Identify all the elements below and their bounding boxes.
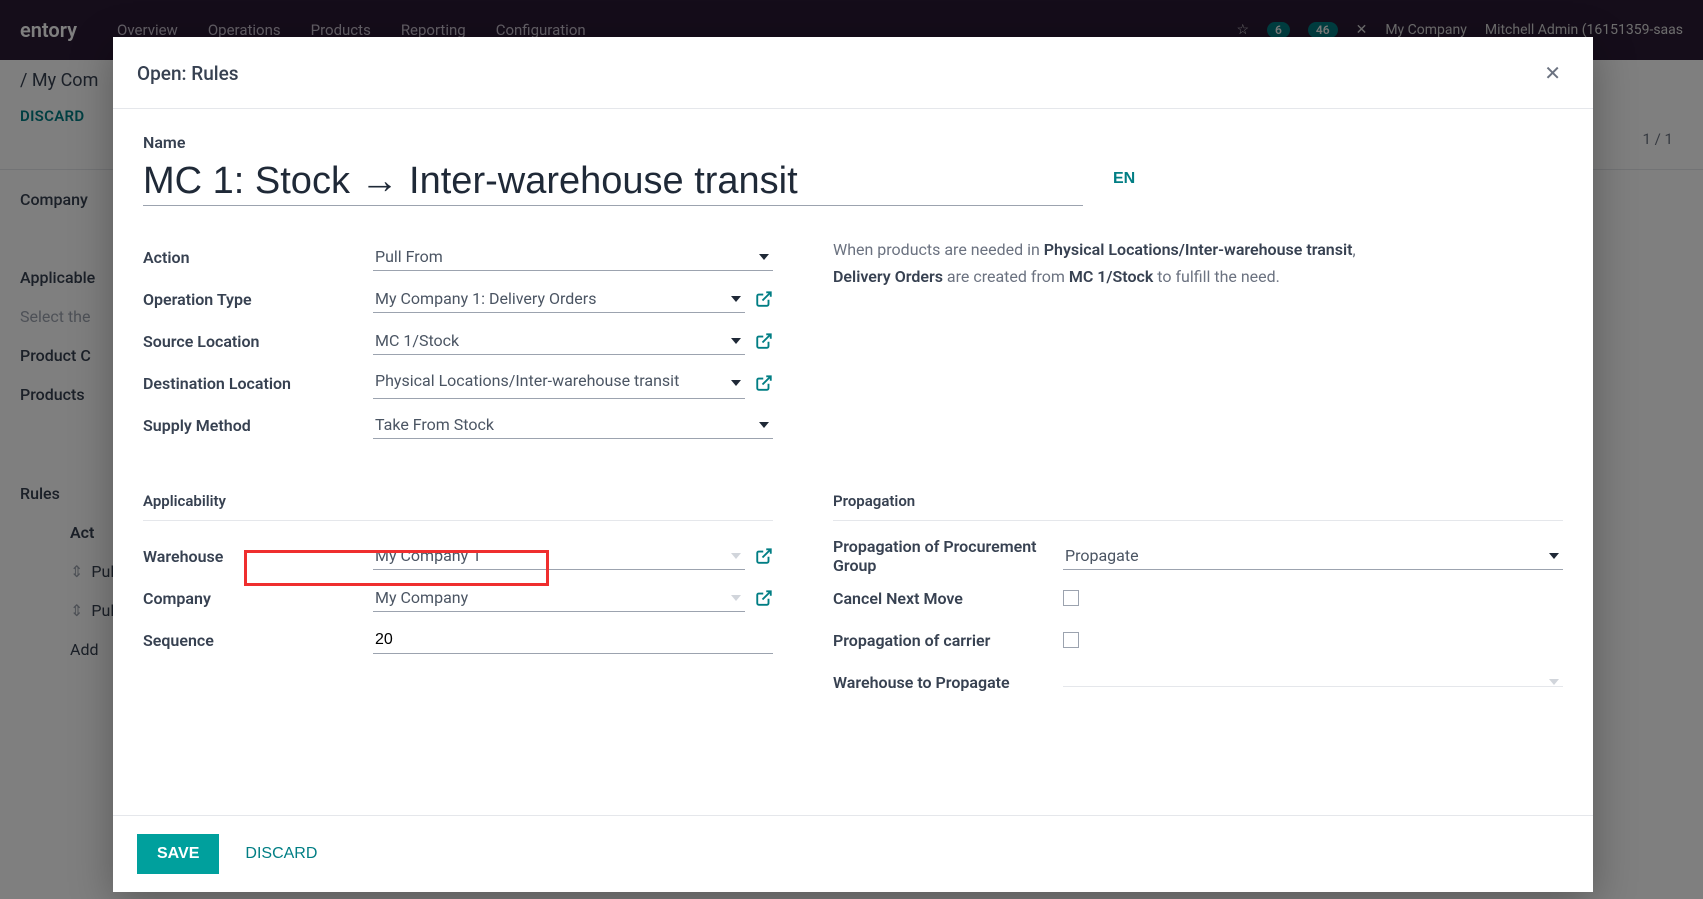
sequence-label: Sequence: [143, 631, 373, 650]
operation-type-label: Operation Type: [143, 290, 373, 309]
company-value: My Company: [375, 588, 468, 607]
destination-location-value: Physical Locations/Inter-warehouse trans…: [375, 371, 679, 390]
warehouse-label: Warehouse: [143, 547, 373, 566]
sequence-input[interactable]: [373, 627, 773, 654]
close-icon: ✕: [1544, 63, 1561, 85]
action-select[interactable]: Pull From: [373, 243, 773, 271]
modal-header: Open: Rules ✕: [113, 37, 1593, 109]
wh-to-prop-select[interactable]: [1063, 678, 1563, 687]
external-link-icon[interactable]: [755, 332, 773, 350]
name-input[interactable]: [143, 154, 1083, 206]
rules-modal: Open: Rules ✕ Name EN Action Pull From: [113, 37, 1593, 892]
external-link-icon[interactable]: [755, 589, 773, 607]
chevron-down-icon: [759, 422, 769, 428]
chevron-down-icon: [1549, 679, 1559, 685]
warehouse-value: My Company 1: [375, 546, 481, 565]
destination-location-label: Destination Location: [143, 374, 373, 393]
cancel-next-label: Cancel Next Move: [833, 589, 1063, 608]
supply-method-label: Supply Method: [143, 416, 373, 435]
cancel-next-checkbox[interactable]: [1063, 590, 1079, 606]
close-button[interactable]: ✕: [1536, 57, 1569, 90]
chevron-down-icon: [731, 595, 741, 601]
external-link-icon[interactable]: [755, 374, 773, 392]
external-link-icon[interactable]: [755, 547, 773, 565]
applicability-section-title: Applicability: [143, 484, 773, 521]
modal-title: Open: Rules: [137, 62, 239, 85]
modal-body: Name EN Action Pull From Operatio: [113, 109, 1593, 815]
chevron-down-icon: [731, 338, 741, 344]
chevron-down-icon: [759, 254, 769, 260]
discard-button[interactable]: DISCARD: [239, 835, 323, 873]
prop-carrier-checkbox[interactable]: [1063, 632, 1079, 648]
prop-carrier-label: Propagation of carrier: [833, 631, 1063, 650]
company-select[interactable]: My Company: [373, 584, 745, 612]
supply-method-value: Take From Stock: [375, 415, 494, 434]
prop-group-select[interactable]: Propagate: [1063, 542, 1563, 570]
language-button[interactable]: EN: [1113, 170, 1135, 206]
warehouse-select[interactable]: My Company 1: [373, 542, 745, 570]
source-location-value: MC 1/Stock: [375, 331, 459, 350]
prop-group-label: Propagation of Procurement Group: [833, 537, 1063, 575]
prop-group-value: Propagate: [1065, 546, 1139, 565]
propagation-section-title: Propagation: [833, 484, 1563, 521]
chevron-down-icon: [731, 380, 741, 386]
operation-type-select[interactable]: My Company 1: Delivery Orders: [373, 285, 745, 313]
external-link-icon[interactable]: [755, 290, 773, 308]
action-label: Action: [143, 248, 373, 267]
rule-description: When products are needed in Physical Loc…: [833, 236, 1563, 290]
action-value: Pull From: [375, 247, 443, 266]
source-location-label: Source Location: [143, 332, 373, 351]
wh-to-prop-label: Warehouse to Propagate: [833, 673, 1063, 692]
chevron-down-icon: [1549, 553, 1559, 559]
chevron-down-icon: [731, 553, 741, 559]
name-label: Name: [143, 133, 1563, 152]
company-label: Company: [143, 589, 373, 608]
chevron-down-icon: [731, 296, 741, 302]
source-location-select[interactable]: MC 1/Stock: [373, 327, 745, 355]
supply-method-select[interactable]: Take From Stock: [373, 411, 773, 439]
modal-footer: SAVE DISCARD: [113, 815, 1593, 892]
save-button[interactable]: SAVE: [137, 834, 219, 874]
destination-location-select[interactable]: Physical Locations/Inter-warehouse trans…: [373, 367, 745, 399]
operation-type-value: My Company 1: Delivery Orders: [375, 289, 596, 308]
